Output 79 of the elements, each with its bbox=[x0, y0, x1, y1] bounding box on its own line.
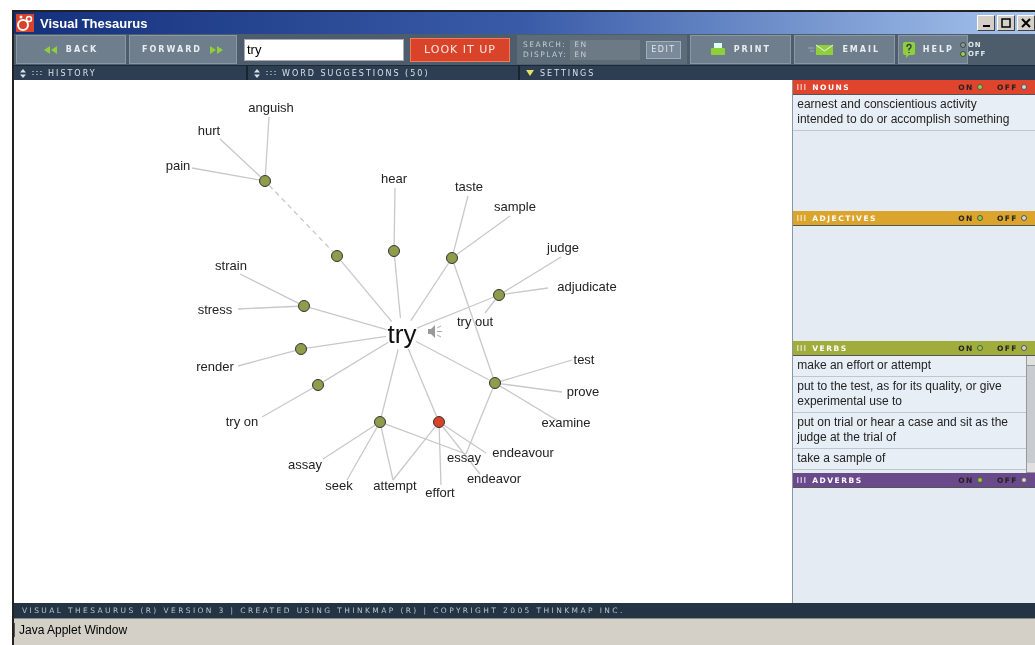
expand-collapse-icon bbox=[254, 68, 260, 78]
forward-arrows-icon bbox=[209, 45, 224, 54]
word-label[interactable]: sample bbox=[494, 199, 536, 214]
word-label[interactable]: test bbox=[573, 352, 595, 367]
word-label[interactable]: adjudicate bbox=[557, 279, 617, 294]
connector-line bbox=[393, 187, 396, 246]
word-label[interactable]: judge bbox=[547, 240, 579, 255]
grip-icon bbox=[797, 345, 807, 351]
word-label[interactable]: strain bbox=[215, 258, 247, 273]
meaning-node[interactable] bbox=[295, 343, 307, 355]
scrollbar[interactable] bbox=[1026, 356, 1035, 473]
word-label[interactable]: assay bbox=[288, 457, 322, 472]
word-label[interactable]: pain bbox=[165, 158, 191, 173]
meaning-node[interactable] bbox=[433, 416, 445, 428]
minimize-icon bbox=[982, 25, 990, 27]
meaning-node[interactable] bbox=[312, 379, 324, 391]
speaker-icon[interactable] bbox=[428, 325, 443, 338]
window-title: Visual Thesaurus bbox=[40, 15, 149, 31]
search-field[interactable]: try bbox=[244, 38, 404, 61]
definition-item[interactable]: make an effort or attempt bbox=[793, 356, 1026, 377]
close-icon bbox=[1021, 18, 1031, 28]
panel-toggle[interactable]: HISTORY bbox=[48, 68, 97, 78]
close-button[interactable] bbox=[1017, 15, 1035, 31]
envelope-icon bbox=[808, 43, 835, 56]
meaning-node[interactable] bbox=[489, 377, 501, 389]
back-arrows-icon bbox=[43, 45, 58, 54]
connector-line bbox=[264, 116, 270, 176]
word-label[interactable]: prove bbox=[566, 384, 600, 399]
meaning-node[interactable] bbox=[374, 416, 386, 428]
definition-item[interactable]: take a sample of bbox=[793, 449, 1026, 470]
panel-toggle[interactable]: WORD SUGGESTIONS (50) bbox=[282, 68, 430, 78]
applet-status-text: Java Applet Window bbox=[14, 623, 128, 637]
word-label[interactable]: anguish bbox=[248, 100, 294, 115]
word-label[interactable]: attempt bbox=[373, 478, 417, 493]
definition-item[interactable]: put to the test, as for its quality, or give experimental use to bbox=[793, 377, 1026, 413]
grip-icon bbox=[797, 215, 807, 221]
word-label[interactable]: essay bbox=[447, 450, 481, 465]
meaning-node[interactable] bbox=[388, 245, 400, 257]
word-label[interactable]: render bbox=[196, 359, 234, 374]
printer-icon bbox=[709, 42, 726, 57]
forward-button[interactable]: FORWARD bbox=[129, 35, 237, 64]
word-label[interactable]: taste bbox=[454, 179, 484, 194]
word-label[interactable]: try on bbox=[225, 414, 259, 429]
word-label[interactable]: stress bbox=[197, 302, 233, 317]
dashed-connector-line bbox=[268, 184, 334, 253]
connector-line bbox=[237, 349, 296, 367]
word-label[interactable]: endeavour bbox=[492, 445, 554, 460]
meaning-node[interactable] bbox=[298, 300, 310, 312]
word-label[interactable]: hear bbox=[381, 171, 407, 186]
maximize-button[interactable] bbox=[997, 15, 1015, 31]
word-label[interactable]: seek bbox=[325, 478, 353, 493]
meaning-node[interactable] bbox=[446, 252, 458, 264]
word-label[interactable]: examine bbox=[541, 415, 591, 430]
center-word: try bbox=[387, 319, 417, 349]
word-label[interactable]: try out bbox=[456, 314, 494, 329]
grip-icon bbox=[266, 71, 276, 75]
print-button[interactable]: PRINT bbox=[689, 35, 791, 64]
help-icon bbox=[902, 41, 915, 58]
word-label[interactable]: hurt bbox=[197, 123, 221, 138]
dropdown-triangle-icon bbox=[526, 70, 534, 76]
grip-icon bbox=[32, 71, 42, 75]
expand-collapse-icon bbox=[20, 68, 26, 78]
minimize-button[interactable] bbox=[977, 15, 995, 31]
word-label[interactable]: effort bbox=[425, 485, 455, 500]
word-label[interactable]: endeavor bbox=[466, 471, 522, 486]
connector-line bbox=[261, 387, 314, 418]
app-logo-icon bbox=[16, 14, 34, 32]
meaning-node[interactable] bbox=[493, 289, 505, 301]
definition-item[interactable]: earnest and conscientious activity intended to do or accomplish something bbox=[793, 95, 1035, 131]
grip-icon bbox=[797, 477, 807, 483]
grip-icon bbox=[797, 84, 807, 90]
maximize-icon bbox=[1001, 18, 1011, 28]
email-button[interactable]: EMAIL bbox=[793, 35, 895, 64]
meaning-node[interactable] bbox=[331, 250, 343, 262]
look-it-up-button[interactable]: LOOK IT UP bbox=[410, 37, 510, 62]
definition-item[interactable]: put on trial or hear a case and sit as the judge at the trial of bbox=[793, 413, 1026, 449]
back-button[interactable]: BACK bbox=[16, 35, 126, 64]
meaning-node[interactable] bbox=[259, 175, 271, 187]
settings-toggle[interactable]: SETTINGS bbox=[540, 68, 596, 78]
